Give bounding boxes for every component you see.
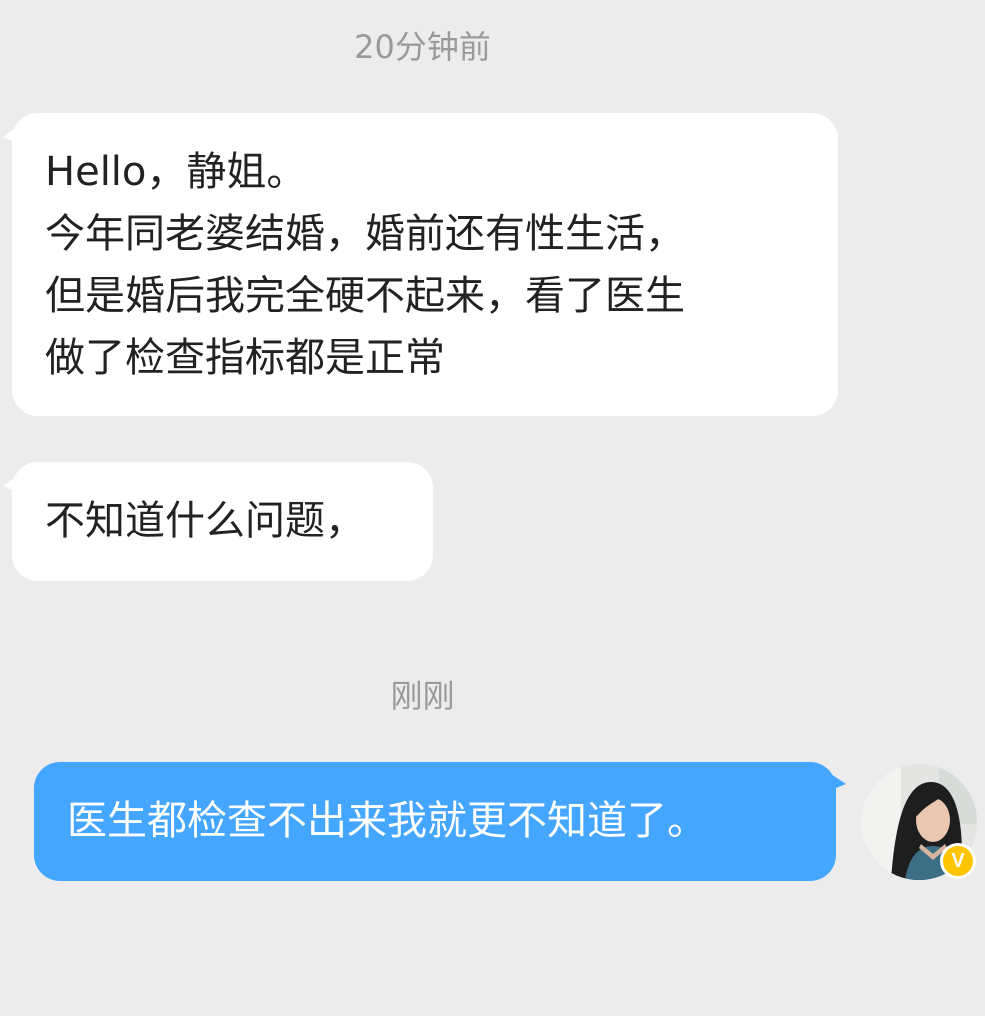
incoming-message-bubble[interactable]: 不知道什么问题， — [3, 462, 433, 581]
message-text-line: 今年同老婆结婚，婚前还有性生活， — [45, 211, 685, 257]
message-text-line: 做了检查指标都是正常 — [45, 335, 445, 381]
message-text-line: Hello，静姐。 — [45, 149, 307, 195]
message-timestamp: 刚刚 — [390, 677, 455, 715]
message-timestamp: 20分钟前 — [354, 28, 491, 66]
outgoing-message-bubble[interactable]: 医生都检查不出来我就更不知道了。 — [34, 762, 846, 881]
message-text-line: 不知道什么问题， — [45, 498, 365, 544]
message-text-line: 医生都检查不出来我就更不知道了。 — [67, 798, 707, 844]
incoming-message-bubble[interactable]: Hello，静姐。 今年同老婆结婚，婚前还有性生活， 但是婚后我完全硬不起来，看… — [3, 113, 838, 416]
verified-badge-icon: V — [940, 843, 976, 879]
message-text-line: 但是婚后我完全硬不起来，看了医生 — [45, 273, 685, 319]
